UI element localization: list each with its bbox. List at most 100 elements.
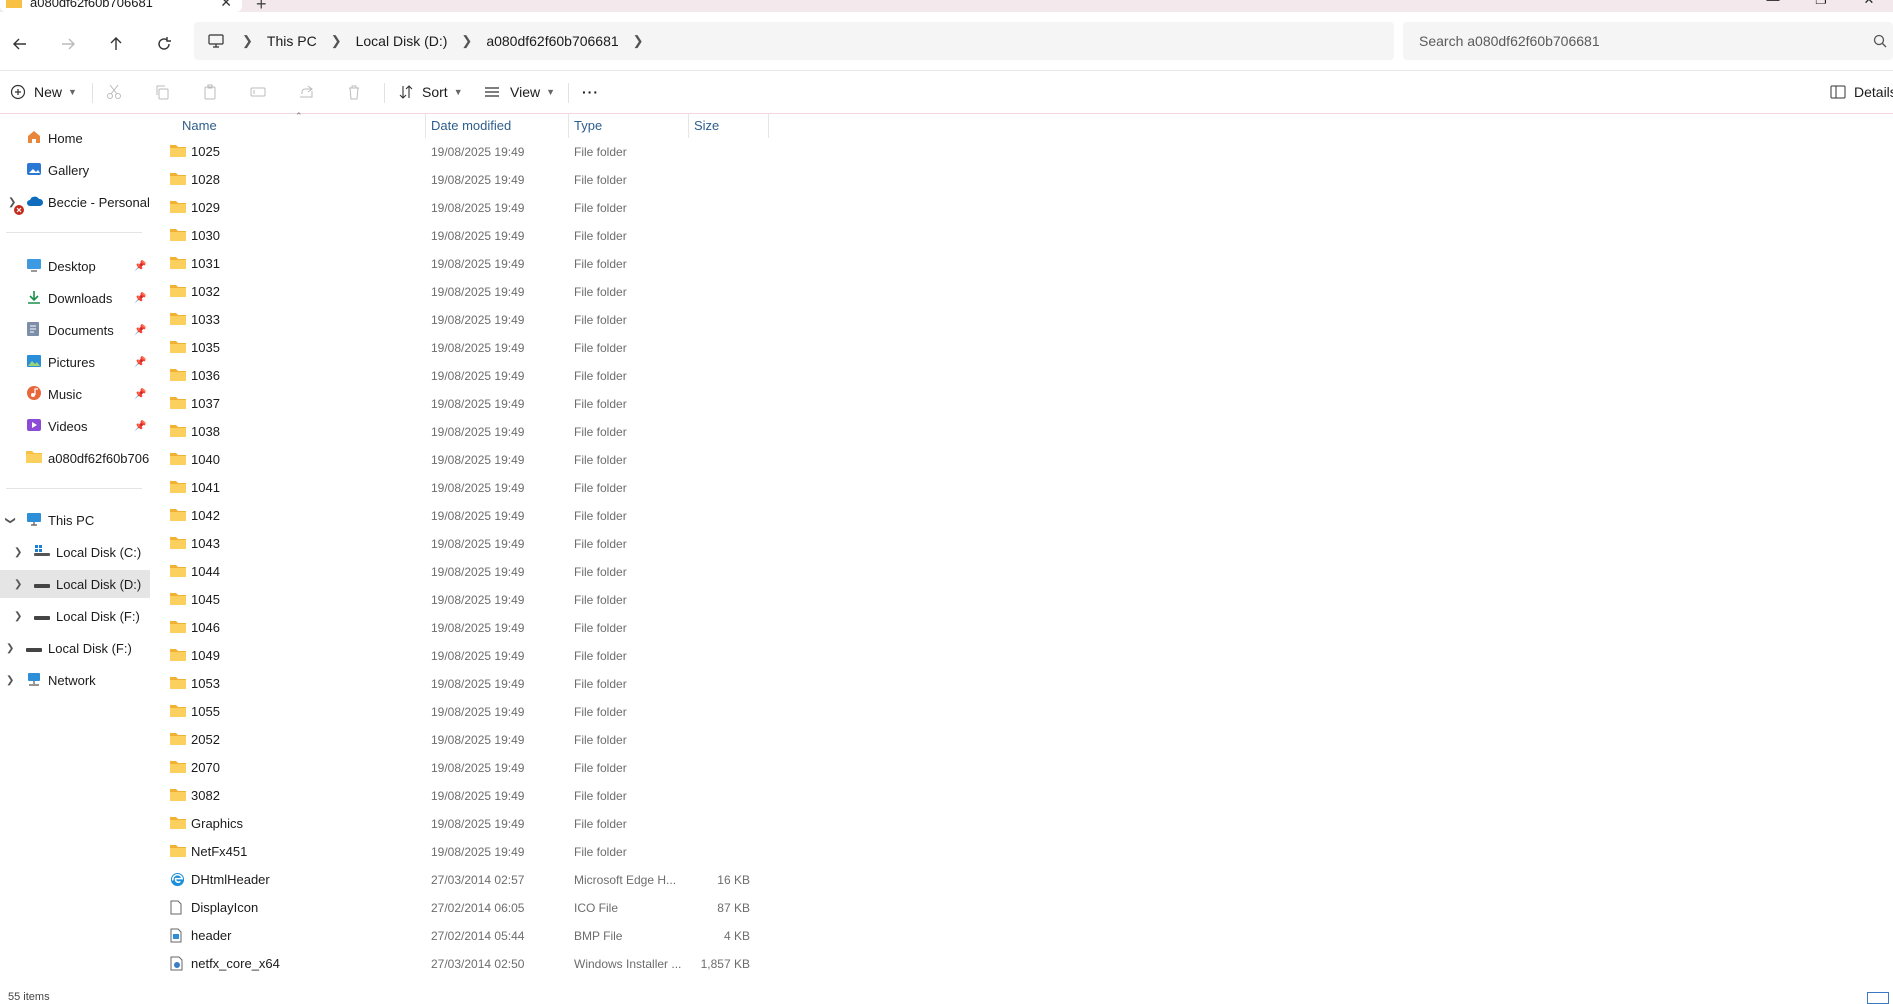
file-row[interactable]: 1041 19/08/2025 19:49 File folder (150, 474, 770, 502)
sidebar-item-documents[interactable]: Documents 📌 (0, 316, 150, 344)
sidebar-item-gallery[interactable]: Gallery (0, 156, 150, 184)
file-row[interactable]: NetFx451 19/08/2025 19:49 File folder (150, 838, 770, 866)
chevron-right-icon[interactable]: ❯ (14, 611, 22, 622)
pin-icon[interactable]: 📌 (134, 293, 146, 304)
details-button[interactable]: Details (1830, 77, 1893, 107)
file-row[interactable]: 1040 19/08/2025 19:49 File folder (150, 446, 770, 474)
chevron-down-icon[interactable]: ❯ (5, 516, 16, 524)
breadcrumb-this-pc[interactable]: This PC (257, 33, 327, 49)
sidebar-item-network[interactable]: ❯ Network (0, 666, 150, 694)
column-divider[interactable] (688, 114, 689, 138)
file-row[interactable]: DHtmlHeader 27/03/2014 02:57 Microsoft Edg… (150, 866, 770, 894)
chevron-right-icon[interactable]: ❯ (6, 675, 14, 686)
sidebar-item-desktop[interactable]: Desktop 📌 (0, 252, 150, 280)
view-button[interactable]: View ▼ (484, 77, 555, 107)
file-row[interactable]: 1028 19/08/2025 19:49 File folder (150, 166, 770, 194)
sidebar-item-onedrive[interactable]: ❯ Beccie - Personal (0, 188, 150, 216)
sidebar-item-videos[interactable]: Videos 📌 (0, 412, 150, 440)
file-row[interactable]: 2052 19/08/2025 19:49 File folder (150, 726, 770, 754)
file-row[interactable]: 1042 19/08/2025 19:49 File folder (150, 502, 770, 530)
column-header-type[interactable]: Type (574, 118, 602, 133)
column-header-date[interactable]: Date modified (431, 118, 511, 133)
chevron-right-icon[interactable]: ❯ (457, 33, 476, 49)
file-row[interactable]: 3082 19/08/2025 19:49 File folder (150, 782, 770, 810)
search-icon[interactable] (1873, 34, 1887, 48)
file-row[interactable]: 2070 19/08/2025 19:49 File folder (150, 754, 770, 782)
chevron-right-icon[interactable]: ❯ (14, 547, 22, 558)
share-icon[interactable] (298, 77, 314, 107)
new-tab-button[interactable]: + (256, 0, 267, 12)
file-row[interactable]: 1025 19/08/2025 19:49 File folder (150, 138, 770, 166)
file-row[interactable]: 1055 19/08/2025 19:49 File folder (150, 698, 770, 726)
file-row[interactable]: 1044 19/08/2025 19:49 File folder (150, 558, 770, 586)
search-box[interactable] (1403, 22, 1893, 60)
back-arrow-icon[interactable] (6, 30, 34, 58)
sidebar-item-downloads[interactable]: Downloads 📌 (0, 284, 150, 312)
sidebar-item-local-disk-d[interactable]: ❯ Local Disk (D:) (0, 570, 150, 598)
pin-icon[interactable]: 📌 (134, 421, 146, 432)
file-row[interactable]: 1049 19/08/2025 19:49 File folder (150, 642, 770, 670)
pin-icon[interactable]: 📌 (134, 389, 146, 400)
file-row[interactable]: 1031 19/08/2025 19:49 File folder (150, 250, 770, 278)
rename-icon[interactable] (250, 77, 266, 107)
chevron-right-icon[interactable]: ❯ (14, 579, 22, 590)
breadcrumb-current-folder[interactable]: a080df62f60b706681 (476, 33, 628, 49)
chevron-right-icon[interactable]: ❯ (6, 643, 14, 654)
sidebar-item-pictures[interactable]: Pictures 📌 (0, 348, 150, 376)
up-arrow-icon[interactable] (102, 30, 130, 58)
sidebar-item-local-disk-c[interactable]: ❯ Local Disk (C:) (0, 538, 150, 566)
column-divider[interactable] (768, 114, 769, 138)
maximize-button[interactable]: ❐ (1797, 0, 1845, 12)
refresh-icon[interactable] (150, 30, 178, 58)
file-row[interactable]: 1032 19/08/2025 19:49 File folder (150, 278, 770, 306)
breadcrumb-local-disk-d[interactable]: Local Disk (D:) (346, 33, 458, 49)
file-row[interactable]: 1037 19/08/2025 19:49 File folder (150, 390, 770, 418)
sidebar-item-home[interactable]: Home (0, 124, 150, 152)
search-input[interactable] (1417, 32, 1861, 50)
column-header-size[interactable]: Size (694, 118, 719, 133)
file-row[interactable]: 1035 19/08/2025 19:49 File folder (150, 334, 770, 362)
file-row[interactable]: 1053 19/08/2025 19:49 File folder (150, 670, 770, 698)
sidebar-item-music[interactable]: Music 📌 (0, 380, 150, 408)
chevron-right-icon[interactable]: ❯ (238, 33, 257, 49)
details-view-icon[interactable] (1867, 992, 1889, 1004)
file-row[interactable]: 1033 19/08/2025 19:49 File folder (150, 306, 770, 334)
file-row[interactable]: header 27/02/2014 05:44 BMP File 4 KB (150, 922, 770, 950)
pin-icon[interactable]: 📌 (134, 325, 146, 336)
file-row[interactable]: 1038 19/08/2025 19:49 File folder (150, 418, 770, 446)
pin-icon[interactable]: 📌 (134, 261, 146, 272)
column-divider[interactable] (568, 114, 569, 138)
file-row[interactable]: 1036 19/08/2025 19:49 File folder (150, 362, 770, 390)
file-row[interactable]: 1043 19/08/2025 19:49 File folder (150, 530, 770, 558)
file-type: File folder (574, 453, 627, 467)
more-options-icon[interactable]: ··· (582, 77, 599, 107)
sort-button[interactable]: Sort ▼ (398, 77, 463, 107)
file-row[interactable]: netfx_core_x64 27/03/2014 02:50 Windows In… (150, 950, 770, 978)
file-row[interactable]: 1029 19/08/2025 19:49 File folder (150, 194, 770, 222)
window-tab[interactable]: a080df62f60b706681 ✕ (0, 0, 242, 12)
file-row[interactable]: DisplayIcon 27/02/2014 06:05 ICO File 87 KB (150, 894, 770, 922)
copy-icon[interactable] (154, 77, 170, 107)
chevron-right-icon[interactable]: ❯ (327, 33, 346, 49)
paste-icon[interactable] (202, 77, 218, 107)
file-row[interactable]: 1045 19/08/2025 19:49 File folder (150, 586, 770, 614)
column-header-name[interactable]: Name (182, 118, 217, 133)
sidebar-item-local-disk-f[interactable]: ❯ Local Disk (F:) (0, 602, 150, 630)
pin-icon[interactable]: 📌 (134, 357, 146, 368)
file-row[interactable]: Graphics 19/08/2025 19:49 File folder (150, 810, 770, 838)
column-divider[interactable] (425, 114, 426, 138)
cut-icon[interactable] (106, 77, 122, 107)
minimize-button[interactable]: — (1749, 0, 1797, 12)
new-button[interactable]: New ▼ (10, 77, 77, 107)
delete-icon[interactable] (346, 77, 362, 107)
forward-arrow-icon[interactable] (54, 30, 82, 58)
sidebar-item-this-pc[interactable]: ❯ This PC (0, 506, 150, 534)
tab-close-icon[interactable]: ✕ (220, 0, 232, 11)
close-button[interactable]: ✕ (1845, 0, 1893, 12)
file-row[interactable]: 1030 19/08/2025 19:49 File folder (150, 222, 770, 250)
chevron-right-icon[interactable]: ❯ (629, 33, 648, 49)
sidebar-item-pinned-folder[interactable]: a080df62f60b70668 (0, 444, 150, 472)
file-row[interactable]: 1046 19/08/2025 19:49 File folder (150, 614, 770, 642)
breadcrumb[interactable]: ❯ This PC ❯ Local Disk (D:) ❯ a080df62f6… (194, 22, 1394, 60)
sidebar-item-local-disk-f-root[interactable]: ❯ Local Disk (F:) (0, 634, 150, 662)
